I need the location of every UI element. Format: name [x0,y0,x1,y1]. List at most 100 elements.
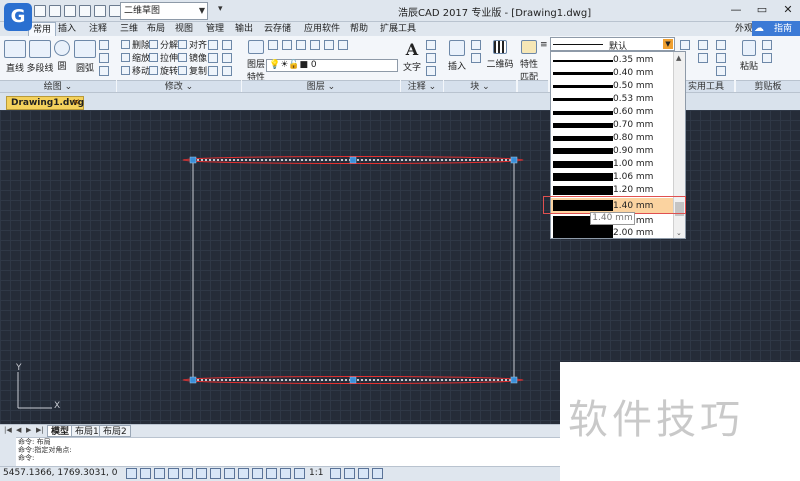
tab-layout2[interactable]: 布局2 [99,425,131,437]
edit-block-icon[interactable] [471,53,481,63]
layer-panel-title[interactable]: 图层 ⌄ [242,80,400,92]
quick-select-icon[interactable] [716,40,726,50]
leader-icon[interactable] [426,53,436,63]
clipboard-panel-title[interactable]: 剪贴板 [736,80,800,92]
modify-panel-title[interactable]: 修改 ⌄ [117,80,241,92]
workspace-select[interactable]: 二维草图 ▼ [120,2,208,20]
layer-properties-tool[interactable]: 图层 特性 [245,40,267,83]
isolate-objects-icon[interactable] [358,468,369,479]
scale-tool[interactable]: 缩放 [121,53,150,65]
print-icon[interactable] [94,5,106,17]
restore-button[interactable]: ▭ [752,2,772,18]
tab-annotate[interactable]: 注释 [85,22,111,36]
first-tab-icon[interactable]: |◀ [4,426,12,434]
circle-tool[interactable]: 圆 [53,40,71,72]
fillet-icon[interactable] [208,40,218,50]
dyn-icon[interactable] [224,468,235,479]
list-icon[interactable]: ≡ [540,40,550,50]
otrack-icon[interactable] [196,468,207,479]
close-button[interactable]: ✕ [778,2,798,18]
annotate-panel-title[interactable]: 注释 ⌄ [401,80,443,92]
text-tool[interactable]: A 文字 [403,40,421,73]
lineweight-option[interactable]: 0.53 mm [551,93,673,106]
tab-cloud[interactable]: 云存储 [260,22,295,36]
ducs-icon[interactable] [210,468,221,479]
rectangle-icon[interactable] [99,40,109,50]
mirror-tool[interactable]: 镜像 [178,53,207,65]
tab-insert[interactable]: 插入 [54,22,80,36]
point-style-icon[interactable] [716,66,726,76]
lineweight-option[interactable]: 0.70 mm [551,119,673,132]
tab-view[interactable]: 视图 [171,22,197,36]
grid-icon[interactable] [140,468,151,479]
chevron-down-icon[interactable]: ▼ [663,39,673,49]
transparency-icon[interactable] [252,468,263,479]
document-tab[interactable]: Drawing1.dwg ✕ [6,96,84,110]
lineweight-option[interactable]: 0.80 mm [551,132,673,145]
align-tool[interactable]: 对齐 [178,40,207,52]
tab-layout1[interactable]: 布局1 [71,425,103,437]
tab-extensions[interactable]: 扩展工具 [376,22,420,36]
calculator-icon[interactable] [716,53,726,63]
layer-select[interactable]: 💡☀🔓■ 0 [266,59,398,72]
lineweight-select[interactable]: 默认 ▼ [550,37,675,52]
layer-freeze-icon[interactable] [296,40,306,50]
move-tool[interactable]: 移动 [121,66,150,78]
stretch-tool[interactable]: 拉伸 [149,53,178,65]
block-panel-title[interactable]: 块 ⌄ [444,80,516,92]
cut-icon[interactable] [762,40,772,50]
drawing-geometry[interactable]: Y X [0,110,560,424]
tab-manage[interactable]: 管理 [202,22,228,36]
tab-3d[interactable]: 三维 [116,22,142,36]
polyline-tool[interactable]: 多段线 [26,40,54,74]
command-prompt[interactable]: 命令: [18,454,34,462]
layer-isolate-icon[interactable] [282,40,292,50]
last-tab-icon[interactable]: ▶| [36,426,44,434]
break-icon[interactable] [222,66,232,76]
selection-cycle-icon[interactable] [280,468,291,479]
tab-layout[interactable]: 布局 [143,22,169,36]
tab-model[interactable]: 模型 [47,425,74,437]
create-block-icon[interactable] [471,40,481,50]
arc-tool[interactable]: 圆弧 [74,40,96,74]
snap-icon[interactable] [126,468,137,479]
trim-icon[interactable] [208,53,218,63]
dimension-icon[interactable] [426,40,436,50]
table-icon[interactable] [426,66,436,76]
lineweight-option[interactable]: 1.06 mm [551,171,673,184]
tab-apps[interactable]: 应用软件 [300,22,344,36]
utilities-panel-title[interactable]: 实用工具 [678,80,734,92]
chevron-down-icon[interactable]: ⌄ [676,229,682,237]
match-properties-tool[interactable]: 特性 匹配 [518,40,540,83]
array-icon[interactable] [208,66,218,76]
annotation-scale[interactable]: 1:1 [309,468,323,478]
command-window-handle[interactable] [0,437,16,466]
appearance-menu[interactable]: 外观 [735,22,753,36]
extend-icon[interactable] [222,53,232,63]
prev-tab-icon[interactable]: ◀ [16,426,21,434]
copy-clip-icon[interactable] [762,53,772,63]
workspace-switch-icon[interactable] [330,468,341,479]
lineweight-option[interactable]: 2.00 mm [551,227,673,238]
tab-home[interactable]: 常用 [28,22,57,36]
copy-tool[interactable]: 复制 [178,66,207,78]
gradient-icon[interactable] [99,66,109,76]
qrcode-tool[interactable]: 二维码 [486,40,514,70]
open-file-icon[interactable] [49,5,61,17]
save-icon[interactable] [64,5,76,17]
lineweight-toggle-icon[interactable] [238,468,249,479]
erase-tool[interactable]: 删除 [121,40,150,52]
lineweight-option[interactable]: 0.35 mm [551,54,673,67]
osnap-icon[interactable] [182,468,193,479]
app-logo-button[interactable]: G [4,3,32,31]
ortho-icon[interactable] [154,468,165,479]
insert-block-tool[interactable]: 插入 [446,40,468,72]
lineweight-option[interactable]: 0.90 mm [551,145,673,158]
quick-props-icon[interactable] [266,468,277,479]
annotation-visibility-icon[interactable] [294,468,305,479]
layer-off-icon[interactable] [310,40,320,50]
lineweight-option[interactable]: 0.40 mm [551,67,673,80]
tab-help[interactable]: 帮助 [346,22,372,36]
clean-screen-icon[interactable] [372,468,383,479]
save-as-icon[interactable] [79,5,91,17]
